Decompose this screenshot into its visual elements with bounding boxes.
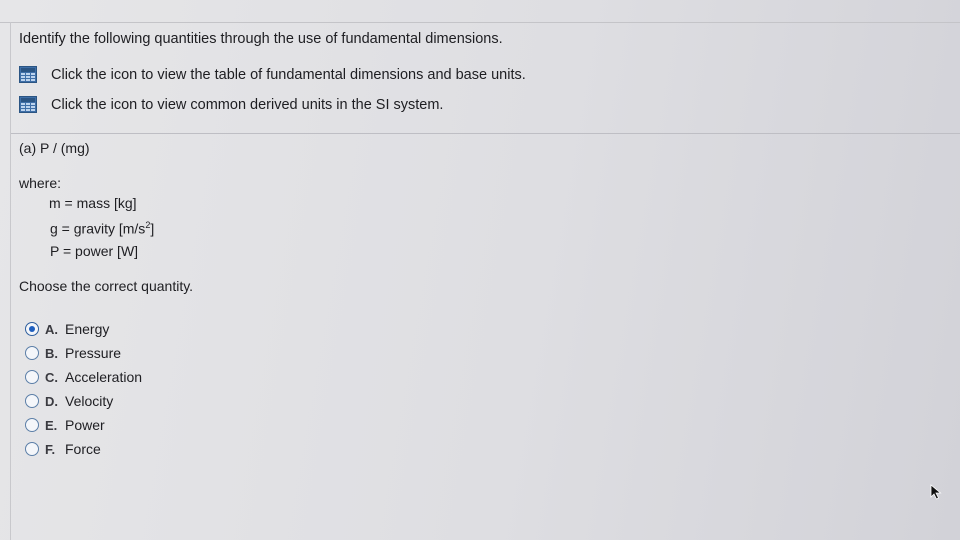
option-c[interactable]: C. Acceleration bbox=[25, 369, 142, 385]
option-letter: C. bbox=[45, 369, 58, 385]
option-letter: D. bbox=[45, 393, 58, 409]
option-f[interactable]: F. Force bbox=[25, 441, 101, 457]
derived-units-link-label[interactable]: Click the icon to view common derived un… bbox=[51, 97, 443, 113]
option-d[interactable]: D. Velocity bbox=[25, 393, 113, 409]
option-label[interactable]: Force bbox=[65, 441, 101, 457]
definition-gravity: g = gravity [m/s2] bbox=[50, 220, 154, 237]
option-label[interactable]: Power bbox=[65, 417, 105, 433]
top-bar bbox=[0, 0, 960, 23]
option-label[interactable]: Acceleration bbox=[65, 369, 142, 385]
option-e[interactable]: E. Power bbox=[25, 417, 105, 433]
option-label[interactable]: Energy bbox=[65, 321, 109, 337]
radio-button[interactable] bbox=[25, 394, 39, 408]
option-letter: E. bbox=[45, 417, 58, 433]
option-letter: A. bbox=[45, 321, 58, 337]
fundamental-dimensions-link-label[interactable]: Click the icon to view the table of fund… bbox=[51, 67, 526, 83]
definition-power: P = power [W] bbox=[50, 243, 139, 259]
question-instructions: Identify the following quantities throug… bbox=[19, 31, 503, 47]
section-divider bbox=[11, 133, 960, 134]
radio-button[interactable] bbox=[25, 418, 39, 432]
derived-units-link[interactable]: Click the icon to view common derived un… bbox=[19, 96, 443, 113]
definition-mass: m = mass [kg] bbox=[49, 195, 137, 211]
option-letter: B. bbox=[45, 345, 58, 361]
option-label[interactable]: Pressure bbox=[65, 345, 121, 361]
definition-gravity-close: ] bbox=[150, 220, 155, 237]
mouse-cursor-icon bbox=[930, 484, 942, 500]
where-label: where: bbox=[19, 175, 62, 191]
radio-button-selected[interactable] bbox=[25, 322, 39, 336]
definition-gravity-text: g = gravity [m/s bbox=[50, 220, 146, 237]
fundamental-dimensions-link[interactable]: Click the icon to view the table of fund… bbox=[19, 66, 526, 83]
radio-button[interactable] bbox=[25, 442, 39, 456]
table-icon[interactable] bbox=[19, 96, 37, 113]
part-a-expression: (a) P / (mg) bbox=[19, 140, 90, 156]
choose-prompt: Choose the correct quantity. bbox=[19, 278, 194, 294]
option-letter: F. bbox=[45, 441, 56, 457]
option-label[interactable]: Velocity bbox=[65, 393, 113, 409]
question-panel: Identify the following quantities throug… bbox=[10, 22, 960, 540]
table-icon[interactable] bbox=[19, 66, 37, 83]
option-a[interactable]: A. Energy bbox=[25, 321, 109, 337]
radio-button[interactable] bbox=[25, 370, 39, 384]
option-b[interactable]: B. Pressure bbox=[25, 345, 121, 361]
radio-button[interactable] bbox=[25, 346, 39, 360]
